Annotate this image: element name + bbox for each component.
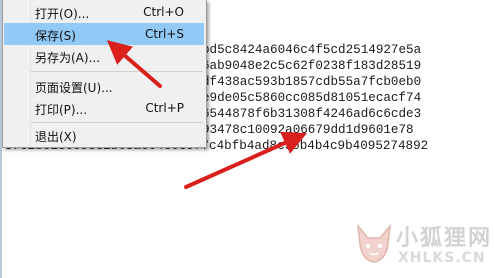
- watermark-title: 小狐狸网: [396, 226, 493, 251]
- watermark: 小狐狸网 XHLKS.CN: [354, 218, 494, 278]
- fox-logo-icon: [356, 223, 392, 263]
- arrow-icon: [106, 40, 162, 88]
- arrow-icon: [184, 131, 307, 189]
- watermark-url: XHLKS.CN: [398, 250, 486, 266]
